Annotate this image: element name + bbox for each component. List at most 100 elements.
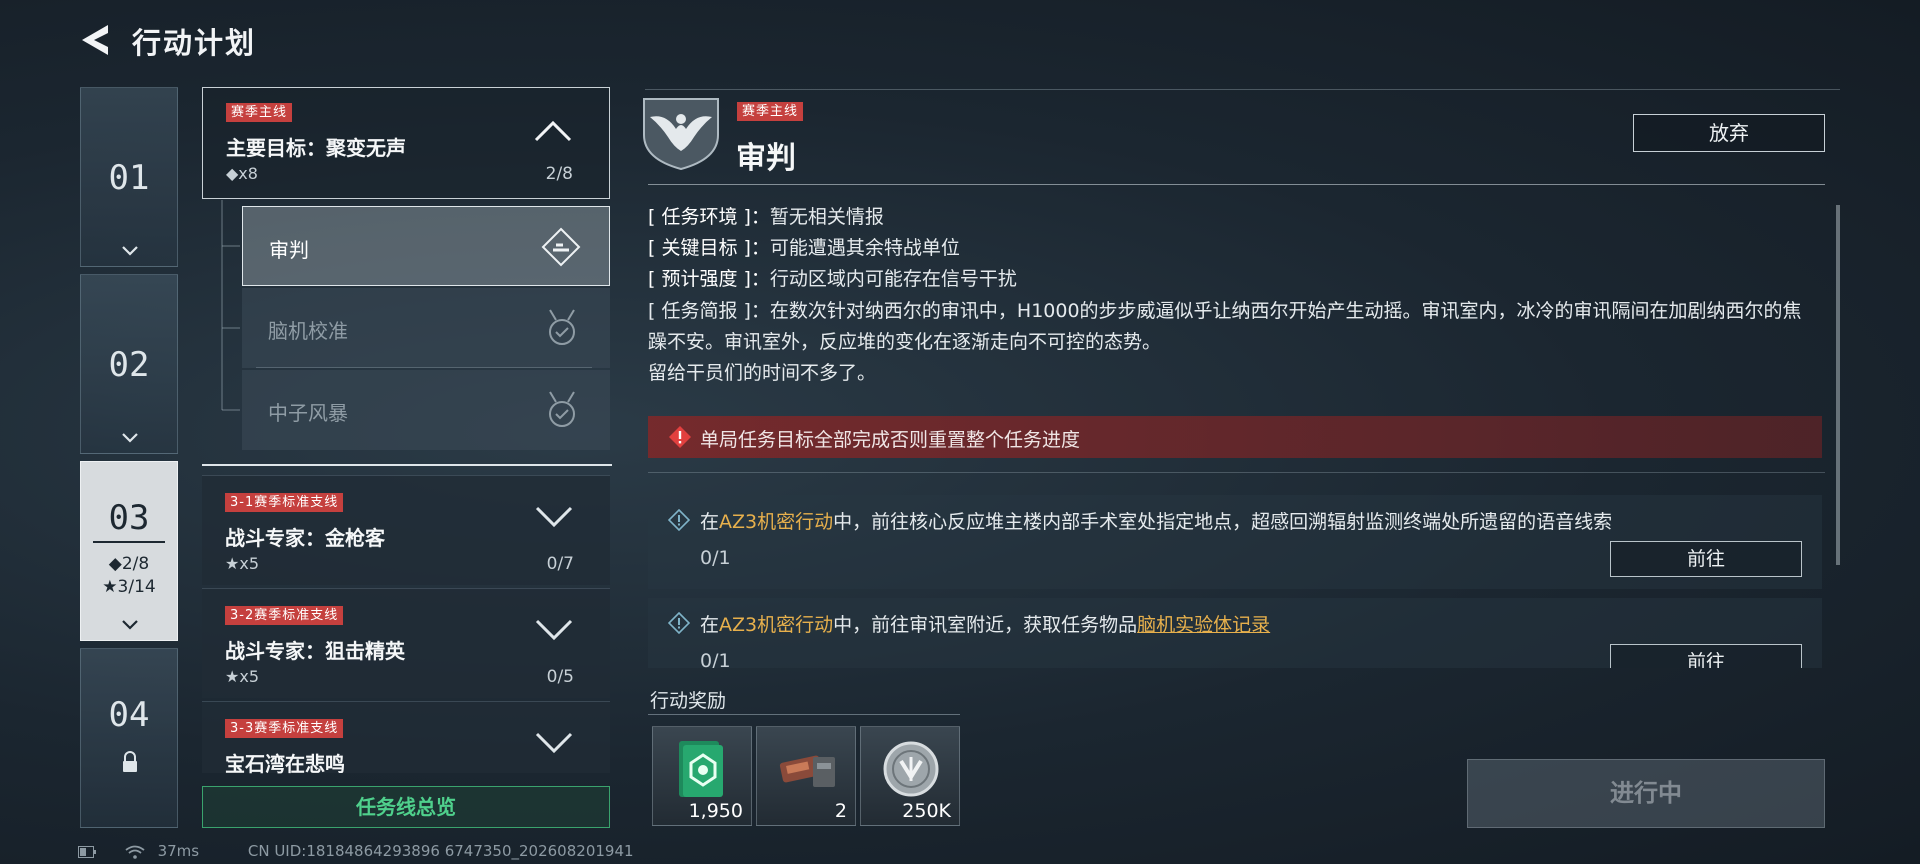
abandon-button[interactable]: 放弃: [1633, 114, 1825, 152]
info-key: [ 任务简报 ]：: [648, 300, 770, 322]
mission-in-progress-icon: [541, 227, 581, 267]
weapon-parts-icon: [779, 755, 835, 787]
page-title: 行动计划: [132, 26, 257, 60]
info-value: 行动区域内可能存在信号干扰: [769, 268, 1017, 290]
lock-icon: [123, 751, 137, 772]
mission-reward-count: ★x5: [225, 554, 259, 573]
exp-card-icon: [679, 741, 723, 797]
status-bar: 37ms CN UID:18184864293896 6747350_20260…: [78, 842, 634, 860]
mission-reward-count: ★x5: [225, 667, 259, 686]
objective-item-link[interactable]: 脑机实验体记录: [1137, 614, 1270, 636]
objective-info-icon: [668, 612, 690, 634]
sub-mission-judgement[interactable]: 审判: [242, 206, 610, 286]
branch-mission-title: 宝石湾在悲鸣: [225, 752, 345, 776]
mission-tag: 3-2赛季标准支线: [225, 606, 344, 625]
branch-mission-card-1[interactable]: 3-1赛季标准支线 战斗专家：金枪客 ★x5 0/7: [202, 475, 610, 585]
objective-item: 在AZ3机密行动中，前往核心反应堆主楼内部手术室处指定地点，超感回溯辐射监测终端…: [648, 495, 1822, 589]
reward-item-weapon-parts[interactable]: 2: [756, 726, 856, 826]
warning-icon: [669, 426, 691, 448]
info-intensity: [ 预计强度 ]：行动区域内可能存在信号干扰: [648, 264, 1017, 291]
objective-text: 在AZ3机密行动中，前往核心反应堆主楼内部手术室处指定地点，超感回溯辐射监测终端…: [700, 507, 1612, 534]
objectives-list[interactable]: 在AZ3机密行动中，前往核心反应堆主楼内部手术室处指定地点，超感回溯辐射监测终端…: [640, 490, 1830, 668]
detail-scrollbar[interactable]: [1836, 205, 1840, 565]
mission-briefing: [ 任务简报 ]：在数次针对纳西尔的审讯中，H1000的步步威逼似乎让纳西尔开始…: [648, 296, 1813, 389]
chapter-diamond-progress: ◆2/8: [108, 554, 150, 574]
reward-item-coin[interactable]: 250K: [860, 726, 960, 826]
mission-reward-count: ◆x8: [226, 164, 258, 183]
objective-progress: 0/1: [700, 650, 731, 668]
mission-tag: 3-3赛季标准支线: [225, 719, 344, 738]
mission-tag: 赛季主线: [737, 102, 804, 121]
main-mission-title: 主要目标：聚变无声: [226, 136, 406, 160]
medal-check-icon: [549, 309, 575, 345]
sub-mission-label: 中子风暴: [268, 401, 348, 425]
objectives-separator: [648, 472, 1825, 473]
objective-go-button[interactable]: 前往: [1610, 644, 1802, 668]
objective-progress: 0/1: [700, 547, 731, 569]
in-progress-button[interactable]: 进行中: [1467, 759, 1825, 828]
chevron-down-icon: [535, 619, 573, 641]
chapter-star-progress: ★3/14: [102, 577, 156, 597]
branch-mission-title: 战斗专家：狙击精英: [225, 639, 405, 663]
sub-mission-label: 审判: [269, 238, 309, 262]
reward-item-exp-card[interactable]: 1,950: [652, 726, 752, 826]
warning-text: 单局任务目标全部完成否则重置整个任务进度: [700, 429, 1081, 451]
chapter-number: 04: [108, 695, 150, 735]
mission-tag: 赛季主线: [226, 103, 293, 122]
chevron-up-icon: [534, 120, 572, 142]
eagle-emblem-icon: [643, 98, 719, 171]
mission-title: 审判: [736, 141, 796, 176]
back-button[interactable]: [78, 22, 112, 58]
chapter-number: 03: [108, 498, 150, 538]
sub-mission-brain-calibration[interactable]: 脑机校准: [242, 288, 610, 368]
briefing-tail: 留给干员们的时间不多了。: [648, 362, 877, 384]
reward-quantity: 2: [834, 800, 847, 822]
rewards-underline: [648, 714, 960, 715]
uid-text: CN UID:18184864293896 6747350_2026082019…: [247, 842, 634, 860]
sub-mission-neutron-storm[interactable]: 中子风暴: [242, 370, 610, 450]
wifi-icon: [125, 845, 145, 859]
objective-text-part: 中，前往审讯室附近，获取任务物品: [833, 614, 1138, 636]
info-key: [ 预计强度 ]：: [648, 268, 770, 290]
mission-progress: 2/8: [545, 164, 573, 184]
mission-line-overview-button[interactable]: 任务线总览: [202, 786, 610, 828]
objective-text: 在AZ3机密行动中，前往审讯室附近，获取任务物品脑机实验体记录: [700, 610, 1270, 637]
chapter-tab-01[interactable]: 01: [80, 87, 178, 267]
objective-text-part: 中，前往核心反应堆主楼内部手术室处指定地点，超感回溯辐射监测终端处所遗留的语音线…: [833, 511, 1613, 533]
objective-location-link[interactable]: AZ3机密行动: [719, 511, 833, 533]
chevron-down-icon: [122, 246, 138, 256]
info-environment: [ 任务环境 ]：暂无相关情报: [648, 202, 884, 229]
chapter-tab-02[interactable]: 02: [80, 274, 178, 454]
chevron-down-icon: [535, 506, 573, 528]
chevron-down-icon: [122, 620, 138, 630]
rewards-label: 行动奖励: [650, 690, 727, 712]
sub-mission-label: 脑机校准: [268, 319, 348, 343]
objective-location-link[interactable]: AZ3机密行动: [719, 614, 833, 636]
info-value: 可能遭遇其余特战单位: [769, 237, 960, 259]
info-key-target: [ 关键目标 ]：可能遭遇其余特战单位: [648, 233, 960, 260]
mission-progress: 0/7: [546, 554, 574, 574]
chevron-down-icon: [122, 433, 138, 443]
chapter-tab-04[interactable]: 04: [80, 648, 178, 828]
briefing-text: 在数次针对纳西尔的审讯中，H1000的步步威逼似乎让纳西尔开始产生动摇。审讯室内…: [648, 300, 1802, 353]
info-value: 暂无相关情报: [769, 206, 884, 228]
branch-mission-card-2[interactable]: 3-2赛季标准支线 战斗专家：狙击精英 ★x5 0/5: [202, 588, 610, 698]
reward-quantity: 1,950: [688, 800, 743, 822]
back-arrow-icon: [82, 25, 108, 55]
chapter-tab-03[interactable]: 03 ◆2/8 ★3/14: [80, 461, 178, 641]
coin-icon: [883, 741, 939, 797]
warning-banner: 单局任务目标全部完成否则重置整个任务进度: [648, 416, 1822, 458]
main-mission-card[interactable]: 赛季主线 主要目标：聚变无声 ◆x8 2/8: [202, 87, 610, 199]
branch-mission-title: 战斗专家：金枪客: [225, 526, 385, 550]
objective-go-button[interactable]: 前往: [1610, 541, 1802, 577]
info-key: [ 任务环境 ]：: [648, 206, 770, 228]
detail-separator: [648, 184, 1825, 185]
section-divider: [202, 464, 612, 466]
panel-top-line: [645, 89, 1840, 90]
objective-text-part: 在: [700, 511, 720, 533]
chevron-down-icon: [535, 732, 573, 754]
reward-quantity: 250K: [902, 800, 951, 822]
ping-text: 37ms: [157, 842, 200, 860]
mission-progress: 0/5: [546, 667, 574, 687]
branch-mission-card-3[interactable]: 3-3赛季标准支线 宝石湾在悲鸣: [202, 701, 610, 776]
